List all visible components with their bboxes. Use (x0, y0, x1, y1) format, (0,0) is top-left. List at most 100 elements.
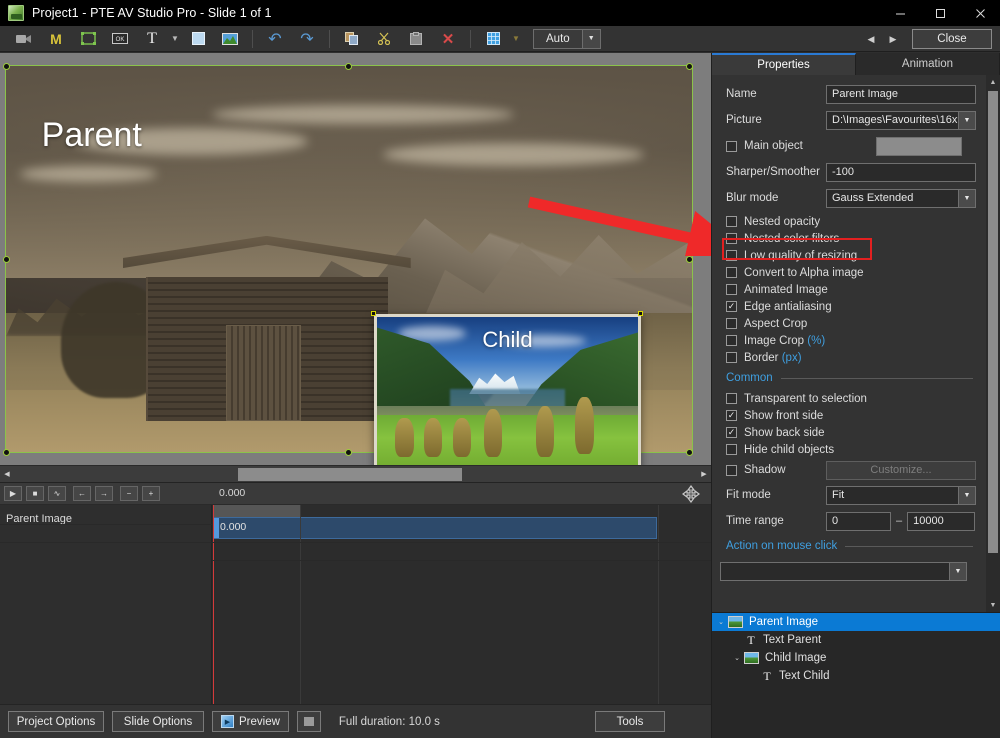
name-field[interactable]: Parent Image (826, 85, 976, 104)
main-object-color-swatch[interactable] (876, 137, 962, 156)
show-front-side-checkbox[interactable]: ✓ (726, 410, 737, 421)
copy-icon[interactable] (338, 28, 366, 50)
stop-button[interactable]: ■ (26, 486, 44, 501)
slide-canvas-area[interactable]: Parent Child (0, 53, 711, 465)
blur-mode-select[interactable]: Gauss Extended ▼ (826, 189, 976, 208)
maximize-button[interactable] (920, 0, 960, 26)
scrollbar-thumb[interactable] (988, 91, 998, 553)
show-back-side-checkbox-row[interactable]: ✓Show back side (712, 424, 987, 441)
nested-color-filters-checkbox-row[interactable]: Nested color filters (712, 230, 987, 247)
tree-item-text-parent[interactable]: ⌄TText Parent (712, 631, 1000, 649)
chevron-down-icon[interactable]: ▼ (582, 30, 600, 48)
resize-handle-top-right[interactable] (686, 63, 693, 70)
time-range-to-field[interactable]: 10000 (907, 512, 975, 531)
show-front-side-checkbox-row[interactable]: ✓Show front side (712, 407, 987, 424)
preview-button[interactable]: ▶ Preview (212, 711, 289, 732)
scroll-right-icon[interactable]: ▶ (697, 467, 711, 482)
fullscreen-preview-icon[interactable] (297, 711, 321, 732)
delete-icon[interactable]: ✕ (434, 28, 462, 50)
shadow-checkbox[interactable] (726, 465, 737, 476)
transparent-to-selection-checkbox-row[interactable]: Transparent to selection (712, 390, 987, 407)
undo-icon[interactable]: ↶ (261, 28, 289, 50)
aspect-crop-checkbox-row[interactable]: Aspect Crop (712, 315, 987, 332)
redo-icon[interactable]: ↷ (293, 28, 321, 50)
child-resize-handle[interactable] (371, 311, 376, 316)
action-on-click-select[interactable]: ▼ (720, 562, 967, 581)
canvas-horizontal-scrollbar[interactable]: ◀ ▶ (0, 465, 711, 482)
main-object-checkbox[interactable] (726, 141, 737, 152)
close-editor-button[interactable]: Close (912, 29, 992, 49)
prev-slide-button[interactable]: ◀ (860, 28, 882, 50)
text-dropdown-arrow-icon[interactable]: ▼ (168, 28, 182, 50)
close-window-button[interactable] (960, 0, 1000, 26)
chevron-down-icon[interactable]: ⌄ (714, 618, 728, 626)
text-object-icon[interactable]: T (138, 28, 166, 50)
text-child-object[interactable]: Child (377, 327, 638, 353)
animated-image-checkbox-row[interactable]: Animated Image (712, 281, 987, 298)
mask-object-icon[interactable]: M (42, 28, 70, 50)
border-checkbox-row[interactable]: Border (px) (712, 349, 987, 366)
move-tool-icon[interactable] (681, 485, 701, 503)
cut-icon[interactable] (370, 28, 398, 50)
scroll-up-icon[interactable]: ▲ (986, 75, 1000, 89)
grid-dropdown-icon[interactable]: ▼ (509, 28, 523, 50)
resize-handle-middle-left[interactable] (3, 256, 10, 263)
convert-alpha-checkbox-row[interactable]: Convert to Alpha image (712, 264, 987, 281)
transparent-to-selection-checkbox[interactable] (726, 393, 737, 404)
image-crop-checkbox-row[interactable]: Image Crop (%) (712, 332, 987, 349)
hide-child-objects-checkbox[interactable] (726, 444, 737, 455)
objects-tree[interactable]: ⌄Parent Image⌄TText Parent⌄Child Image⌄T… (712, 612, 1000, 738)
timeline-clip[interactable]: 0.000 (213, 517, 657, 539)
chevron-down-icon[interactable]: ▼ (958, 190, 975, 207)
resize-handle-top-left[interactable] (3, 63, 10, 70)
tab-properties[interactable]: Properties (712, 53, 856, 75)
scroll-down-icon[interactable]: ▼ (986, 598, 1000, 612)
waveform-button[interactable]: ∿ (48, 486, 66, 501)
slide-options-button[interactable]: Slide Options (112, 711, 204, 732)
paste-icon[interactable] (402, 28, 430, 50)
scrollbar-thumb[interactable] (238, 468, 462, 481)
rectangle-object-icon[interactable] (184, 28, 212, 50)
aspect-crop-checkbox[interactable] (726, 318, 737, 329)
zoom-out-button[interactable]: − (120, 486, 138, 501)
show-back-side-checkbox[interactable]: ✓ (726, 427, 737, 438)
convert-alpha-checkbox[interactable] (726, 267, 737, 278)
tools-button[interactable]: Tools (595, 711, 665, 732)
tree-item-child-image[interactable]: ⌄Child Image (712, 649, 1000, 667)
chevron-down-icon[interactable]: ▼ (958, 112, 975, 129)
border-checkbox[interactable] (726, 352, 737, 363)
frame-object-icon[interactable] (74, 28, 102, 50)
nested-opacity-checkbox-row[interactable]: Nested opacity (712, 213, 987, 230)
scroll-left-icon[interactable]: ◀ (0, 467, 14, 482)
low-quality-resizing-checkbox-row[interactable]: Low quality of resizing (712, 247, 987, 264)
edge-antialiasing-checkbox[interactable]: ✓ (726, 301, 737, 312)
timeline-tracks-area[interactable]: 0.000 (212, 505, 711, 705)
properties-vertical-scrollbar[interactable]: ▲ ▼ (986, 75, 1000, 612)
grid-icon[interactable] (479, 28, 507, 50)
button-object-icon[interactable]: OK (106, 28, 134, 50)
low-quality-resizing-checkbox[interactable] (726, 250, 737, 261)
image-crop-checkbox[interactable] (726, 335, 737, 346)
resize-handle-bottom-right[interactable] (686, 449, 693, 456)
resize-handle-bottom-center[interactable] (345, 449, 352, 456)
chevron-down-icon[interactable]: ▼ (958, 487, 975, 504)
picture-field[interactable]: D:\Images\Favourites\16x9\_D: ▼ (826, 111, 976, 130)
timeline-playhead[interactable] (213, 505, 214, 705)
fit-mode-select[interactable]: Fit ▼ (826, 486, 976, 505)
text-parent-object[interactable]: Parent (42, 116, 142, 155)
prev-keyframe-button[interactable]: ← (73, 486, 91, 501)
tree-item-parent-image[interactable]: ⌄Parent Image (712, 613, 1000, 631)
next-slide-button[interactable]: ▶ (882, 28, 904, 50)
zoom-level-select[interactable]: Auto ▼ (533, 29, 601, 49)
child-image-object[interactable]: Child (374, 314, 641, 469)
tree-item-text-child[interactable]: ⌄TText Child (712, 667, 1000, 685)
project-options-button[interactable]: Project Options (8, 711, 104, 732)
resize-handle-middle-right[interactable] (686, 256, 693, 263)
time-range-from-field[interactable]: 0 (826, 512, 891, 531)
video-object-icon[interactable] (10, 28, 38, 50)
image-object-icon[interactable] (216, 28, 244, 50)
resize-handle-top-center[interactable] (345, 63, 352, 70)
chevron-down-icon[interactable]: ⌄ (730, 654, 744, 662)
nested-color-filters-checkbox[interactable] (726, 233, 737, 244)
tab-animation[interactable]: Animation (856, 53, 1000, 75)
